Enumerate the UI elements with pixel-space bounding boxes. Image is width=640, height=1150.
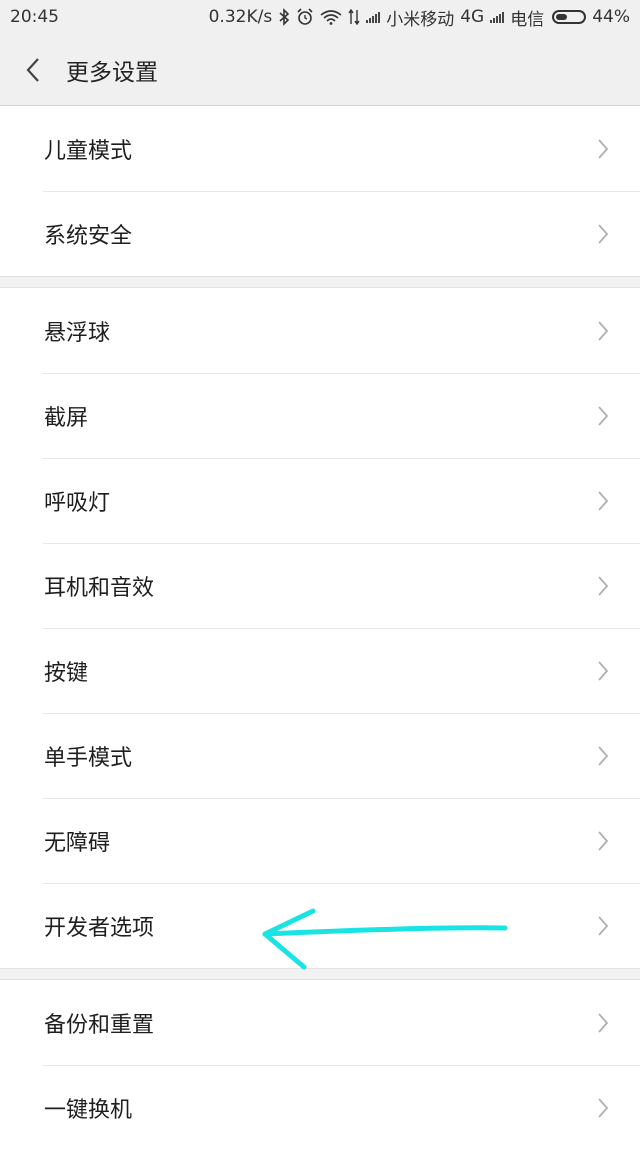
back-button[interactable] (3, 34, 63, 106)
chevron-right-icon (598, 490, 609, 511)
signal-icon (490, 11, 505, 23)
battery-icon (552, 10, 587, 24)
chevron-right-icon (598, 745, 609, 766)
chevron-right-icon (598, 915, 609, 936)
carrier1-label: 小米移动 (386, 9, 455, 30)
wifi-icon (320, 9, 342, 25)
group-divider (0, 968, 640, 980)
battery-percent: 44% (592, 7, 630, 27)
settings-item-floating-ball[interactable]: 悬浮球 (0, 288, 640, 373)
settings-item-headphones-audio[interactable]: 耳机和音效 (0, 543, 640, 628)
page-title: 更多设置 (66, 59, 158, 86)
alarm-icon (296, 8, 314, 26)
signal-icon (366, 11, 381, 23)
settings-item-label: 悬浮球 (44, 320, 111, 346)
chevron-right-icon (598, 660, 609, 681)
chevron-right-icon (598, 1097, 609, 1118)
settings-item-label: 单手模式 (44, 745, 133, 771)
settings-list: 儿童模式 系统安全 悬浮球 截屏 呼吸灯 耳机和音效 按键 单手模式 无障碍 开… (0, 106, 640, 1150)
chevron-right-icon (598, 320, 609, 341)
chevron-right-icon (598, 223, 609, 244)
chevron-right-icon (598, 575, 609, 596)
settings-item-label: 开发者选项 (44, 915, 155, 941)
bluetooth-icon (278, 8, 290, 26)
settings-item-label: 截屏 (44, 405, 89, 431)
settings-group-3: 备份和重置 一键换机 (0, 980, 640, 1150)
settings-item-label: 儿童模式 (44, 138, 133, 164)
status-bar: 20:45 0.32K/s 小米移动 4G 电信 44% (0, 0, 640, 34)
chevron-left-icon (26, 57, 39, 82)
settings-item-label: 一键换机 (44, 1097, 133, 1123)
settings-item-backup-reset[interactable]: 备份和重置 (0, 980, 640, 1065)
header: 更多设置 (0, 34, 640, 106)
network-speed: 0.32K/s (208, 7, 273, 27)
settings-item-kids-mode[interactable]: 儿童模式 (0, 106, 640, 191)
network-type: 4G (460, 7, 485, 27)
status-time: 20:45 (10, 7, 59, 27)
data-transfer-icon (348, 9, 360, 25)
group-divider (0, 276, 640, 288)
settings-item-screenshot[interactable]: 截屏 (0, 373, 640, 458)
settings-item-breathing-light[interactable]: 呼吸灯 (0, 458, 640, 543)
chevron-right-icon (598, 1012, 609, 1033)
settings-item-label: 按键 (44, 660, 89, 686)
settings-item-label: 无障碍 (44, 830, 111, 856)
settings-item-accessibility[interactable]: 无障碍 (0, 798, 640, 883)
settings-group-2: 悬浮球 截屏 呼吸灯 耳机和音效 按键 单手模式 无障碍 开发者选项 (0, 288, 640, 968)
settings-item-label: 耳机和音效 (44, 575, 155, 601)
status-right: 0.32K/s 小米移动 4G 电信 44% (209, 5, 630, 30)
carrier2-label: 电信 (510, 9, 545, 30)
settings-item-developer-options[interactable]: 开发者选项 (0, 883, 640, 968)
settings-item-label: 呼吸灯 (44, 490, 111, 516)
settings-item-phone-migration[interactable]: 一键换机 (0, 1065, 640, 1150)
settings-item-label: 系统安全 (44, 223, 133, 249)
settings-group-1: 儿童模式 系统安全 (0, 106, 640, 276)
chevron-right-icon (598, 830, 609, 851)
chevron-right-icon (598, 405, 609, 426)
settings-item-system-security[interactable]: 系统安全 (0, 191, 640, 276)
settings-item-label: 备份和重置 (44, 1012, 155, 1038)
chevron-right-icon (598, 138, 609, 159)
battery-fill (556, 14, 568, 20)
settings-item-one-handed-mode[interactable]: 单手模式 (0, 713, 640, 798)
settings-item-buttons[interactable]: 按键 (0, 628, 640, 713)
